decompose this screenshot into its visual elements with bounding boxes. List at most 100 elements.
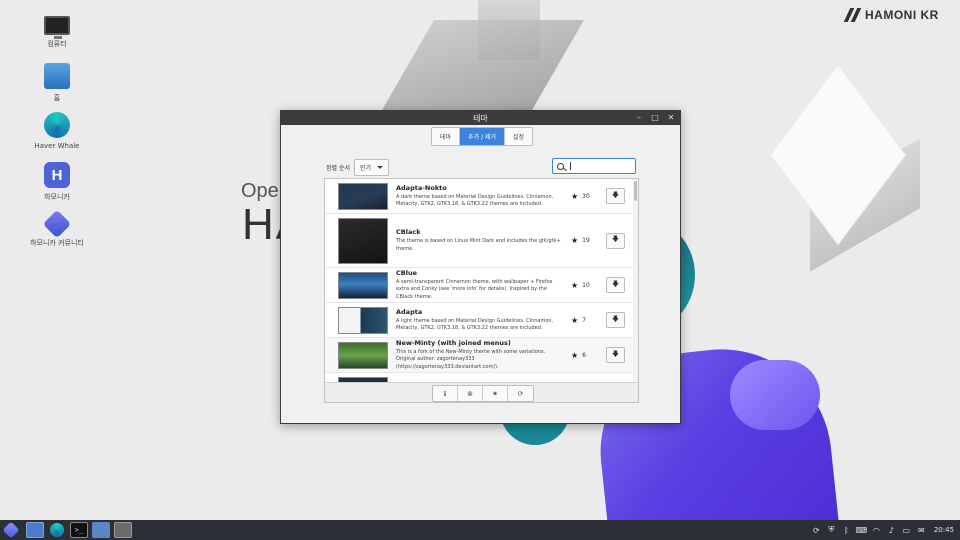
info-icon: ℹ (443, 389, 447, 398)
theme-description: A semi-transparent Cinnamon theme, with … (396, 278, 553, 300)
theme-info: CBlack The theme is based on Linux Mint … (396, 228, 561, 253)
theme-info: New-Minty (with joined menus) This is a … (396, 339, 561, 371)
theme-row[interactable]: CBlue A semi-transparent Cinnamon theme,… (325, 268, 635, 303)
theme-thumbnail (338, 306, 388, 334)
settings-icon: ✷ (492, 389, 498, 398)
remove-icon: ⊗ (467, 389, 473, 398)
rating-count: 10 (582, 281, 590, 289)
list-scrollbar[interactable] (633, 179, 638, 384)
theme-thumbnail (338, 182, 388, 210)
desktop-icon-home[interactable]: 홈 (22, 63, 92, 103)
theme-description: The theme is based on Linux Mint Dark an… (396, 238, 561, 252)
window-controls: – □ ✕ (635, 111, 675, 125)
community-icon (42, 209, 72, 239)
computer-icon (44, 16, 70, 39)
updates-icon[interactable]: ⟳ (812, 526, 821, 535)
theme-row[interactable]: CBlack The theme is based on Linux Mint … (325, 214, 635, 268)
taskbar: >_ ⟳ ⛨ ᛒ ⌨ ◠ ♪ ▭ ✉ 20:45 (0, 520, 960, 540)
theme-app-icon[interactable] (114, 522, 132, 538)
close-button[interactable]: ✕ (667, 111, 675, 125)
themes-window: 테마 – □ ✕ 테마 추가 / 제거 설정 정렬 순서 인기 Adapta-N… (280, 110, 681, 424)
home-folder-icon (44, 63, 70, 89)
download-arrow-icon: 🡇 (611, 190, 620, 199)
battery-icon[interactable]: ▭ (902, 526, 911, 535)
rating-count: 30 (582, 192, 590, 200)
remove-button[interactable]: ⊗ (458, 386, 483, 401)
brand-text: HAMONI KR (865, 8, 939, 22)
minimize-button[interactable]: – (635, 111, 643, 125)
theme-info: Adapta-Nokto A dark theme based on Mater… (396, 184, 561, 209)
star-icon: ★ (571, 236, 579, 245)
theme-thumbnail (338, 341, 388, 369)
whale-browser-launcher[interactable] (48, 522, 66, 538)
download-arrow-icon: 🡇 (611, 279, 620, 288)
theme-thumbnail (338, 217, 388, 264)
settings-button[interactable]: ✷ (483, 386, 508, 401)
theme-row[interactable]: New-Minty (with joined menus) This is a … (325, 338, 635, 373)
tab-add-remove[interactable]: 추가 / 제거 (460, 128, 505, 145)
message-icon[interactable]: ✉ (917, 526, 926, 535)
volume-icon[interactable]: ♪ (887, 526, 896, 535)
theme-name: CBlue (396, 268, 417, 277)
chevron-down-icon (377, 166, 383, 169)
brand-logo: HAMONI KR (845, 8, 939, 22)
bluetooth-icon[interactable]: ᛒ (842, 526, 851, 535)
download-button[interactable]: 🡇 (606, 277, 625, 293)
theme-name: Adapta-Nokto (396, 183, 447, 192)
desktop-icon-whale[interactable]: Haver Whale (22, 112, 92, 150)
whale-browser-icon (44, 112, 70, 138)
info-button[interactable]: ℹ (433, 386, 458, 401)
window-titlebar[interactable]: 테마 – □ ✕ (281, 111, 680, 125)
refresh-button[interactable]: ⟳ (508, 386, 533, 401)
search-box[interactable] (552, 158, 636, 174)
theme-name: New-Minty (with joined menus) (396, 338, 511, 347)
maximize-button[interactable]: □ (651, 111, 659, 125)
wallpaper-purple-shape (730, 360, 820, 430)
desktop-icon-hamonikr[interactable]: H 하모니카 (22, 162, 92, 202)
terminal-icon[interactable]: >_ (70, 522, 88, 538)
theme-list-panel: Adapta-Nokto A dark theme based on Mater… (324, 178, 639, 403)
star-icon: ★ (571, 191, 579, 201)
sort-label: 정렬 순서 (326, 165, 350, 172)
download-arrow-icon: 🡇 (611, 349, 620, 358)
rating-count: 6 (582, 351, 586, 359)
hamoni-logo-icon (845, 8, 861, 22)
clock[interactable]: 20:45 (934, 526, 954, 534)
rating-count: 19 (582, 237, 590, 244)
download-button[interactable]: 🡇 (606, 312, 625, 328)
network-icon[interactable]: ◠ (872, 526, 881, 535)
files-icon[interactable] (92, 522, 110, 538)
wallpaper-shape (382, 20, 584, 110)
star-icon: ★ (571, 280, 579, 290)
desktop-icon-label: 하모니카 커뮤니티 (30, 239, 84, 247)
download-button[interactable]: 🡇 (606, 347, 625, 363)
shield-icon[interactable]: ⛨ (827, 525, 836, 535)
keyboard-icon[interactable]: ⌨ (856, 526, 868, 535)
sort-value: 인기 (360, 165, 372, 172)
theme-name: CBlack (396, 228, 421, 237)
search-icon (557, 162, 564, 170)
tab-settings[interactable]: 설정 (504, 128, 533, 145)
theme-rating: ★ 7 (571, 316, 586, 325)
desktop-icon-community[interactable]: 하모니카 커뮤니티 (22, 209, 92, 248)
refresh-icon: ⟳ (517, 389, 524, 398)
list-action-buttons: ℹ ⊗ ✷ ⟳ (432, 385, 534, 402)
whale-browser-icon (50, 523, 64, 537)
desktop-icon-label: 하모니카 (44, 193, 70, 201)
rating-count: 7 (582, 316, 586, 324)
scrollbar-thumb[interactable] (634, 181, 637, 201)
search-input[interactable] (570, 162, 630, 170)
theme-row[interactable]: Adapta-Nokto A dark theme based on Mater… (325, 179, 635, 214)
start-menu-icon[interactable] (2, 521, 20, 539)
theme-description: A dark theme based on Material Design Gu… (396, 193, 554, 207)
tab-themes[interactable]: 테마 (432, 128, 461, 145)
theme-rating: ★ 30 (571, 192, 590, 201)
show-desktop-icon[interactable] (26, 522, 44, 538)
theme-row[interactable]: Adapta A light theme based on Material D… (325, 303, 635, 338)
theme-description: A light theme based on Material Design G… (396, 317, 554, 331)
tab-bar: 테마 추가 / 제거 설정 (431, 127, 534, 146)
download-button[interactable]: 🡇 (606, 188, 625, 204)
download-button[interactable]: 🡇 (606, 232, 625, 249)
sort-dropdown[interactable]: 인기 (354, 159, 389, 176)
desktop-icon-computer[interactable]: 컴퓨터 (22, 12, 92, 49)
